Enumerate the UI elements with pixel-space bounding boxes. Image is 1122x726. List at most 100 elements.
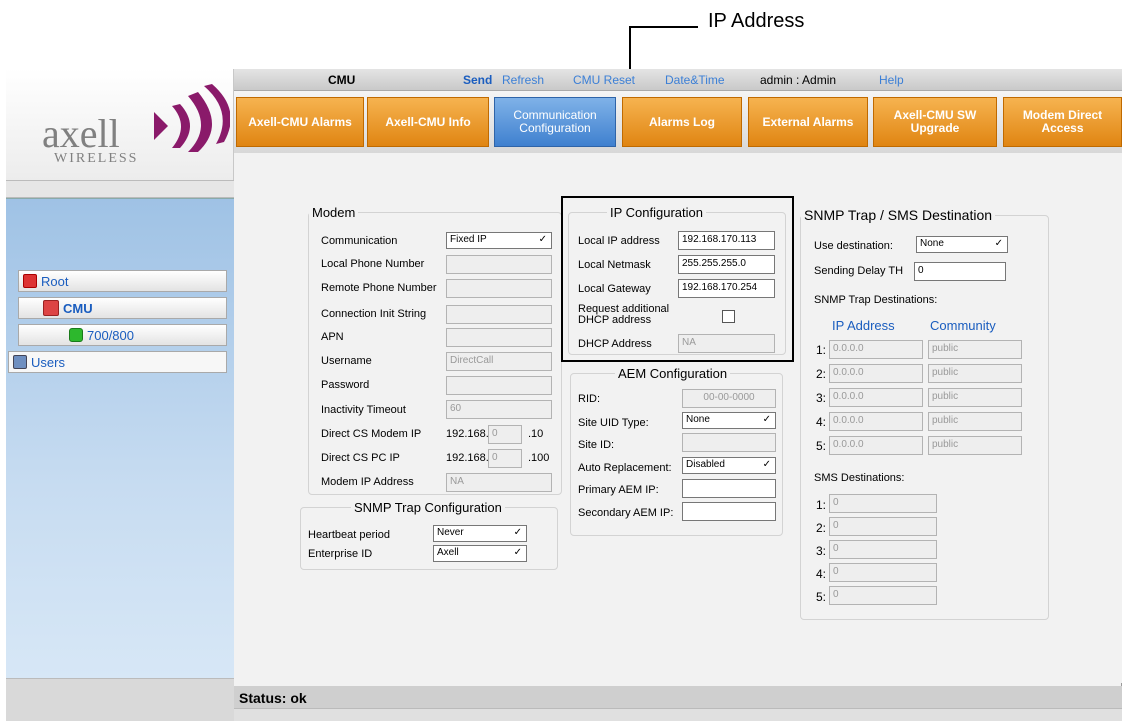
dhcp-request-checkbox[interactable] <box>722 310 735 323</box>
tab-axell-cmu-info[interactable]: Axell-CMU Info <box>367 97 489 147</box>
destination-ip-field[interactable]: 0.0.0.0 <box>829 436 923 455</box>
destination-number: 2: <box>816 367 827 381</box>
apn-label: APN <box>321 331 344 343</box>
callout-label: IP Address <box>708 10 805 32</box>
primary-aem-field[interactable] <box>682 479 776 498</box>
community-header: Community <box>930 318 996 333</box>
tab-alarms-log[interactable]: Alarms Log <box>622 97 742 147</box>
callout-line-horizontal <box>630 26 698 28</box>
status-bar: Status: ok <box>234 686 1122 708</box>
enterprise-id-value: Axell <box>437 547 459 558</box>
cs-modem-ip-octet-field[interactable]: 0 <box>488 425 522 444</box>
tree-item-700-800[interactable]: 700/800 <box>18 324 227 346</box>
bottom-strip <box>234 708 1122 721</box>
local-netmask-field[interactable]: 255.255.255.0 <box>678 255 775 274</box>
snmp-sms-destination-legend: SNMP Trap / SMS Destination <box>804 207 993 223</box>
tree-item-root[interactable]: Root <box>18 270 227 292</box>
tree-item-cmu[interactable]: CMU <box>18 297 227 319</box>
date-time-link[interactable]: Date&Time <box>665 73 725 87</box>
auto-replacement-label: Auto Replacement: <box>578 462 672 474</box>
use-destination-value: None <box>920 238 944 249</box>
tree-item-label: 700/800 <box>87 327 134 343</box>
site-id-field[interactable] <box>682 433 776 452</box>
sms-number: 5: <box>816 590 827 604</box>
destination-number: 3: <box>816 391 827 405</box>
heartbeat-label: Heartbeat period <box>308 529 390 541</box>
tab-communication-configuration[interactable]: Communication Configuration <box>494 97 616 147</box>
inactivity-timeout-label: Inactivity Timeout <box>321 404 406 416</box>
destination-community-field[interactable]: public <box>928 340 1022 359</box>
destination-community-field[interactable]: public <box>928 388 1022 407</box>
root-icon <box>23 274 37 288</box>
local-gateway-label: Local Gateway <box>578 283 651 295</box>
connection-init-field[interactable] <box>446 305 552 324</box>
cs-modem-ip-prefix: 192.168. <box>446 428 489 440</box>
username-label: Username <box>321 355 372 367</box>
chevron-down-icon: ✓ <box>538 234 547 245</box>
apn-field[interactable] <box>446 328 552 347</box>
destination-ip-field[interactable]: 0.0.0.0 <box>829 388 923 407</box>
aem-config-legend: AEM Configuration <box>618 366 728 381</box>
sms-destinations-label: SMS Destinations: <box>814 472 905 484</box>
refresh-link[interactable]: Refresh <box>502 73 544 87</box>
tab-axell-cmu-alarms[interactable]: Axell-CMU Alarms <box>236 97 364 147</box>
sending-delay-label: Sending Delay TH <box>814 265 904 277</box>
password-label: Password <box>321 379 370 391</box>
sms-destination-field[interactable]: 0 <box>829 494 937 513</box>
modem-ip-field[interactable]: NA <box>446 473 552 492</box>
cs-pc-ip-octet-field[interactable]: 0 <box>488 449 522 468</box>
local-ip-field[interactable]: 192.168.170.113 <box>678 231 775 250</box>
tab-external-alarms[interactable]: External Alarms <box>748 97 868 147</box>
destination-community-field[interactable]: public <box>928 412 1022 431</box>
logo-text: axell <box>42 111 120 156</box>
use-destination-select[interactable]: None ✓ <box>916 236 1008 253</box>
local-phone-field[interactable] <box>446 255 552 274</box>
destination-community-field[interactable]: public <box>928 364 1022 383</box>
tree-item-users[interactable]: Users <box>8 351 227 373</box>
password-field[interactable] <box>446 376 552 395</box>
cmu-reset-link[interactable]: CMU Reset <box>573 73 635 87</box>
sms-destination-field[interactable]: 0 <box>829 563 937 582</box>
tab-modem-direct-access[interactable]: Modem Direct Access <box>1003 97 1122 147</box>
site-uid-type-select[interactable]: None ✓ <box>682 412 776 429</box>
sms-number: 4: <box>816 567 827 581</box>
ip-address-header: IP Address <box>832 318 895 333</box>
sending-delay-field[interactable]: 0 <box>914 262 1006 281</box>
heartbeat-select[interactable]: Never ✓ <box>433 525 527 542</box>
tree-item-label: Root <box>41 273 69 289</box>
sms-destination-field[interactable]: 0 <box>829 540 937 559</box>
rid-field[interactable]: 00-00-0000 <box>682 389 776 408</box>
cmu-device-icon <box>43 300 59 316</box>
tab-sw-upgrade[interactable]: Axell-CMU SW Upgrade <box>873 97 997 147</box>
send-link[interactable]: Send <box>463 73 499 87</box>
secondary-aem-label: Secondary AEM IP: <box>578 507 674 519</box>
status-green-icon <box>69 328 83 342</box>
local-gateway-field[interactable]: 192.168.170.254 <box>678 279 775 298</box>
help-link[interactable]: Help <box>879 73 904 87</box>
rid-label: RID: <box>578 393 600 405</box>
cs-pc-ip-prefix: 192.168. <box>446 452 489 464</box>
site-uid-type-value: None <box>686 414 710 425</box>
sms-destination-field[interactable]: 0 <box>829 586 937 605</box>
enterprise-id-select[interactable]: Axell ✓ <box>433 545 527 562</box>
destination-ip-field[interactable]: 0.0.0.0 <box>829 340 923 359</box>
ip-config-legend: IP Configuration <box>610 205 703 220</box>
secondary-aem-field[interactable] <box>682 502 776 521</box>
sms-destination-field[interactable]: 0 <box>829 517 937 536</box>
destination-ip-field[interactable]: 0.0.0.0 <box>829 364 923 383</box>
dhcp-address-field[interactable]: NA <box>678 334 775 353</box>
inactivity-timeout-field[interactable]: 60 <box>446 400 552 419</box>
destination-community-field[interactable]: public <box>928 436 1022 455</box>
destination-ip-field[interactable]: 0.0.0.0 <box>829 412 923 431</box>
dhcp-request-label: Request additional DHCP address <box>578 304 669 326</box>
chevron-down-icon: ✓ <box>762 414 771 425</box>
communication-select[interactable]: Fixed IP ✓ <box>446 232 552 249</box>
logo-signal-icon <box>154 84 230 152</box>
site-uid-type-label: Site UID Type: <box>578 417 649 429</box>
chevron-down-icon: ✓ <box>513 547 522 558</box>
auto-replacement-select[interactable]: Disabled ✓ <box>682 457 776 474</box>
username-field[interactable]: DirectCall <box>446 352 552 371</box>
cs-modem-ip-label: Direct CS Modem IP <box>321 428 422 440</box>
remote-phone-field[interactable] <box>446 279 552 298</box>
sms-number: 1: <box>816 498 827 512</box>
